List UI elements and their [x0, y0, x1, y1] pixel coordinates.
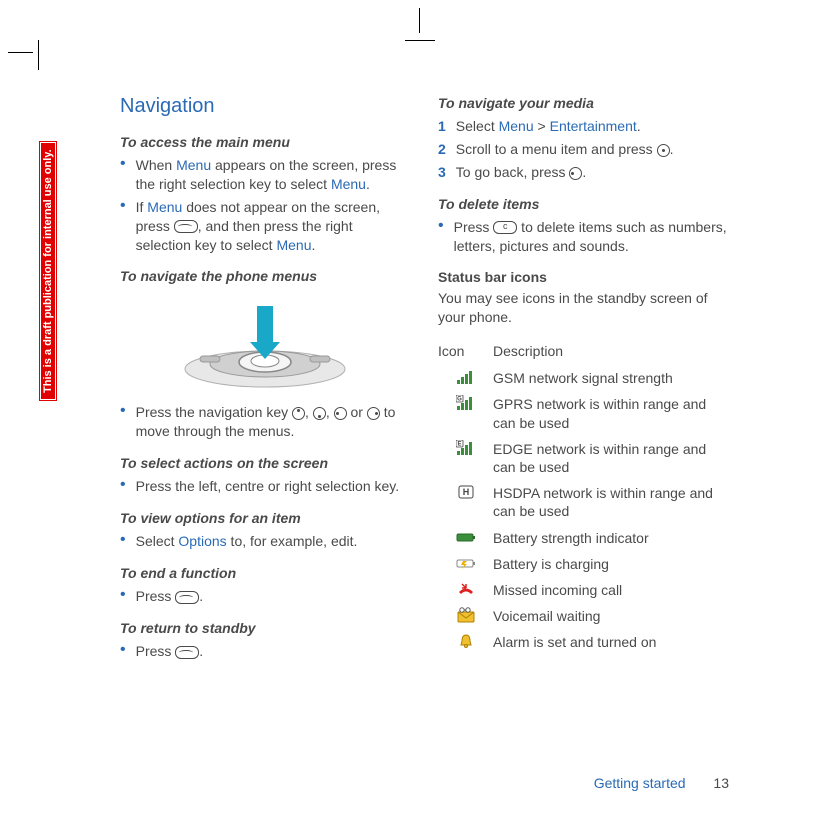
left-column: Navigation To access the main menu • Whe…: [120, 95, 410, 665]
table-row: Battery strength indicator: [438, 529, 728, 547]
paragraph: You may see icons in the standby screen …: [438, 289, 728, 327]
table-row: E EDGE network is within range and can b…: [438, 440, 728, 476]
table-row: Battery is charging: [438, 555, 728, 573]
svg-text:H: H: [462, 487, 469, 497]
phone-navigation-illustration: [180, 294, 350, 389]
subheading: To navigate your media: [438, 95, 728, 111]
step-number: 3: [438, 163, 446, 182]
bullet-icon: •: [438, 218, 444, 234]
signal-strength-icon: [456, 369, 476, 385]
subheading: Status bar icons: [438, 269, 728, 285]
bullet-icon: •: [120, 198, 126, 214]
list-item: • Press to delete items such as numbers,…: [438, 218, 728, 256]
nav-down-icon: [313, 407, 326, 420]
list-item: • Press .: [120, 642, 410, 661]
subheading: To select actions on the screen: [120, 455, 410, 471]
crop-mark: [8, 52, 33, 53]
list-item: 3 To go back, press .: [438, 163, 728, 182]
list-item: • Press the left, centre or right select…: [120, 477, 410, 496]
list-item: • Press the navigation key , , or to mov…: [120, 403, 410, 441]
table-row: G GPRS network is within range and can b…: [438, 395, 728, 431]
bullet-icon: •: [120, 403, 126, 419]
menu-link: Menu: [147, 199, 182, 215]
crop-mark: [38, 40, 39, 70]
table-row: Missed incoming call: [438, 581, 728, 599]
nav-center-icon: [657, 144, 670, 157]
list-item: • Press .: [120, 587, 410, 606]
menu-link: Menu: [499, 118, 534, 134]
table-row: Alarm is set and turned on: [438, 633, 728, 651]
end-key-icon: [175, 591, 199, 604]
chapter-name: Getting started: [594, 775, 686, 791]
list-item: • When Menu appears on the screen, press…: [120, 156, 410, 194]
battery-icon: [456, 529, 476, 545]
list-item: 1 Select Menu > Entertainment.: [438, 117, 728, 136]
entertainment-link: Entertainment: [550, 118, 637, 134]
alarm-icon: [456, 633, 476, 649]
battery-charging-icon: [456, 555, 476, 571]
menu-link: Menu: [331, 176, 366, 192]
step-number: 1: [438, 117, 446, 136]
table-row: GSM network signal strength: [438, 369, 728, 387]
subheading: To access the main menu: [120, 134, 410, 150]
subheading: To navigate the phone menus: [120, 268, 410, 284]
page-title: Navigation: [120, 95, 410, 118]
menu-link: Menu: [276, 237, 311, 253]
voicemail-icon: [456, 607, 476, 623]
subheading: To delete items: [438, 196, 728, 212]
step-number: 2: [438, 140, 446, 159]
clear-key-icon: [493, 221, 517, 234]
subheading: To return to standby: [120, 620, 410, 636]
draft-banner: This is a draft publication for internal…: [40, 142, 56, 400]
missed-call-icon: [456, 581, 476, 597]
nav-left-icon: [334, 407, 347, 420]
right-column: To navigate your media 1 Select Menu > E…: [438, 95, 728, 665]
options-link: Options: [178, 533, 226, 549]
end-key-icon: [175, 646, 199, 659]
nav-left-icon: [569, 167, 582, 180]
table-row: Voicemail waiting: [438, 607, 728, 625]
crop-mark: [405, 40, 435, 41]
table-row: H HSDPA network is within range and can …: [438, 484, 728, 520]
bullet-icon: •: [120, 477, 126, 493]
table-header: Description: [493, 343, 563, 359]
hsdpa-icon: H: [456, 484, 476, 500]
svg-text:G: G: [457, 397, 462, 403]
edge-icon: E: [456, 440, 476, 456]
end-key-icon: [174, 220, 198, 233]
table-header: Icon: [438, 343, 493, 359]
list-item: • Select Options to, for example, edit.: [120, 532, 410, 551]
bullet-icon: •: [120, 532, 126, 548]
svg-text:E: E: [457, 441, 461, 447]
gprs-icon: G: [456, 395, 476, 411]
subheading: To end a function: [120, 565, 410, 581]
page-footer: Getting started 13: [594, 775, 729, 791]
menu-link: Menu: [176, 157, 211, 173]
list-item: • If Menu does not appear on the screen,…: [120, 198, 410, 255]
subheading: To view options for an item: [120, 510, 410, 526]
status-icons-table: Icon Description GSM network signal stre…: [438, 343, 728, 651]
page-number: 13: [713, 775, 729, 791]
bullet-icon: •: [120, 587, 126, 603]
nav-up-icon: [292, 407, 305, 420]
list-item: 2 Scroll to a menu item and press .: [438, 140, 728, 159]
nav-right-icon: [367, 407, 380, 420]
crop-mark: [419, 8, 420, 33]
bullet-icon: •: [120, 642, 126, 658]
bullet-icon: •: [120, 156, 126, 172]
